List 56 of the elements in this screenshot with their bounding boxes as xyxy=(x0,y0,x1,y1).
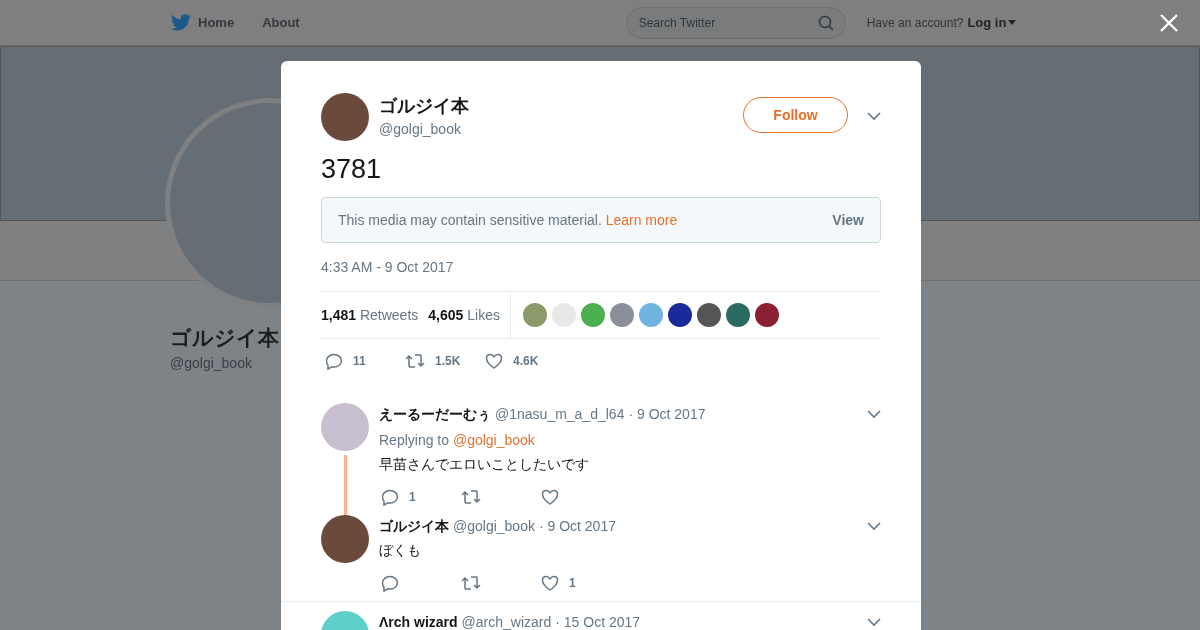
sensitive-warning: This media may contain sensitive material. Learn more xyxy=(338,210,678,230)
chevron-down-icon[interactable] xyxy=(867,112,881,121)
reply-icon[interactable] xyxy=(381,574,399,592)
home-link[interactable]: Home xyxy=(198,12,235,33)
reply-icon[interactable] xyxy=(381,488,399,506)
about-link[interactable]: About xyxy=(262,12,300,33)
retweets-stat[interactable]: 1,481 Retweets xyxy=(321,304,419,326)
profile-name: ゴルジイ本 xyxy=(170,325,279,351)
reply-text: 早苗さんでエロいことしたいです xyxy=(379,455,590,474)
reply-author-handle[interactable]: @arch_wizard xyxy=(461,612,552,630)
heart-icon[interactable] xyxy=(541,489,559,505)
reply-author-handle[interactable]: @1nasu_m_a_d_l64 xyxy=(495,404,625,425)
author-name[interactable]: ゴルジイ本 xyxy=(379,94,469,118)
replying-to-text: Replying to @golgi_book xyxy=(379,431,536,450)
like-count: 4.6K xyxy=(513,353,539,370)
login-button[interactable]: Log in xyxy=(967,12,1017,33)
liker-avatar[interactable] xyxy=(754,303,779,327)
reply-icon[interactable] xyxy=(325,352,343,370)
author-handle[interactable]: @golgi_book xyxy=(379,119,469,140)
caret-icon xyxy=(1008,20,1017,25)
reply-date[interactable]: · 9 Oct 2017 xyxy=(538,516,616,537)
heart-icon[interactable] xyxy=(541,575,559,591)
reply-count: 11 xyxy=(353,353,366,370)
close-icon[interactable] xyxy=(1160,13,1179,32)
reply-author-name[interactable]: ゴルジイ本 xyxy=(379,516,449,537)
tweet-text: 3781 xyxy=(321,153,383,185)
retweet-icon[interactable] xyxy=(461,489,481,505)
reply-count: 1 xyxy=(409,489,416,506)
reply-author-name[interactable]: Λrch wizard xyxy=(379,612,458,630)
liker-avatar[interactable] xyxy=(696,303,721,327)
liker-avatar[interactable] xyxy=(667,303,692,327)
chevron-down-icon[interactable] xyxy=(867,410,881,419)
tweet-timestamp: 4:33 AM - 9 Oct 2017 xyxy=(321,258,455,277)
heart-icon[interactable] xyxy=(485,353,503,369)
avatar[interactable] xyxy=(321,515,369,563)
reply-date[interactable]: · 9 Oct 2017 xyxy=(628,404,706,425)
reply-author-handle[interactable]: @golgi_book xyxy=(453,516,535,537)
chevron-down-icon[interactable] xyxy=(867,522,881,531)
search-icon[interactable] xyxy=(817,14,834,31)
likes-stat[interactable]: 4,605 Likes xyxy=(428,304,500,326)
chevron-down-icon[interactable] xyxy=(867,618,881,627)
retweet-icon[interactable] xyxy=(405,353,425,369)
reply-text: ぼくも xyxy=(379,541,422,560)
liker-avatar[interactable] xyxy=(725,303,750,327)
account-prompt: Have an account? xyxy=(866,14,964,32)
avatar[interactable] xyxy=(321,93,369,141)
like-count: 1 xyxy=(569,575,576,592)
retweet-icon[interactable] xyxy=(461,575,481,591)
profile-handle: @golgi_book xyxy=(170,354,252,373)
learn-more-link[interactable]: Learn more xyxy=(605,211,678,228)
mention-link[interactable]: @golgi_book xyxy=(452,432,535,448)
reply-date[interactable]: · 15 Oct 2017 xyxy=(555,612,641,630)
retweet-count: 1.5K xyxy=(435,353,461,370)
search-field[interactable]: Search Twitter xyxy=(625,6,846,39)
reply-author-name[interactable]: えーるーだーむぅ xyxy=(379,404,491,425)
view-button[interactable]: View xyxy=(832,209,864,231)
